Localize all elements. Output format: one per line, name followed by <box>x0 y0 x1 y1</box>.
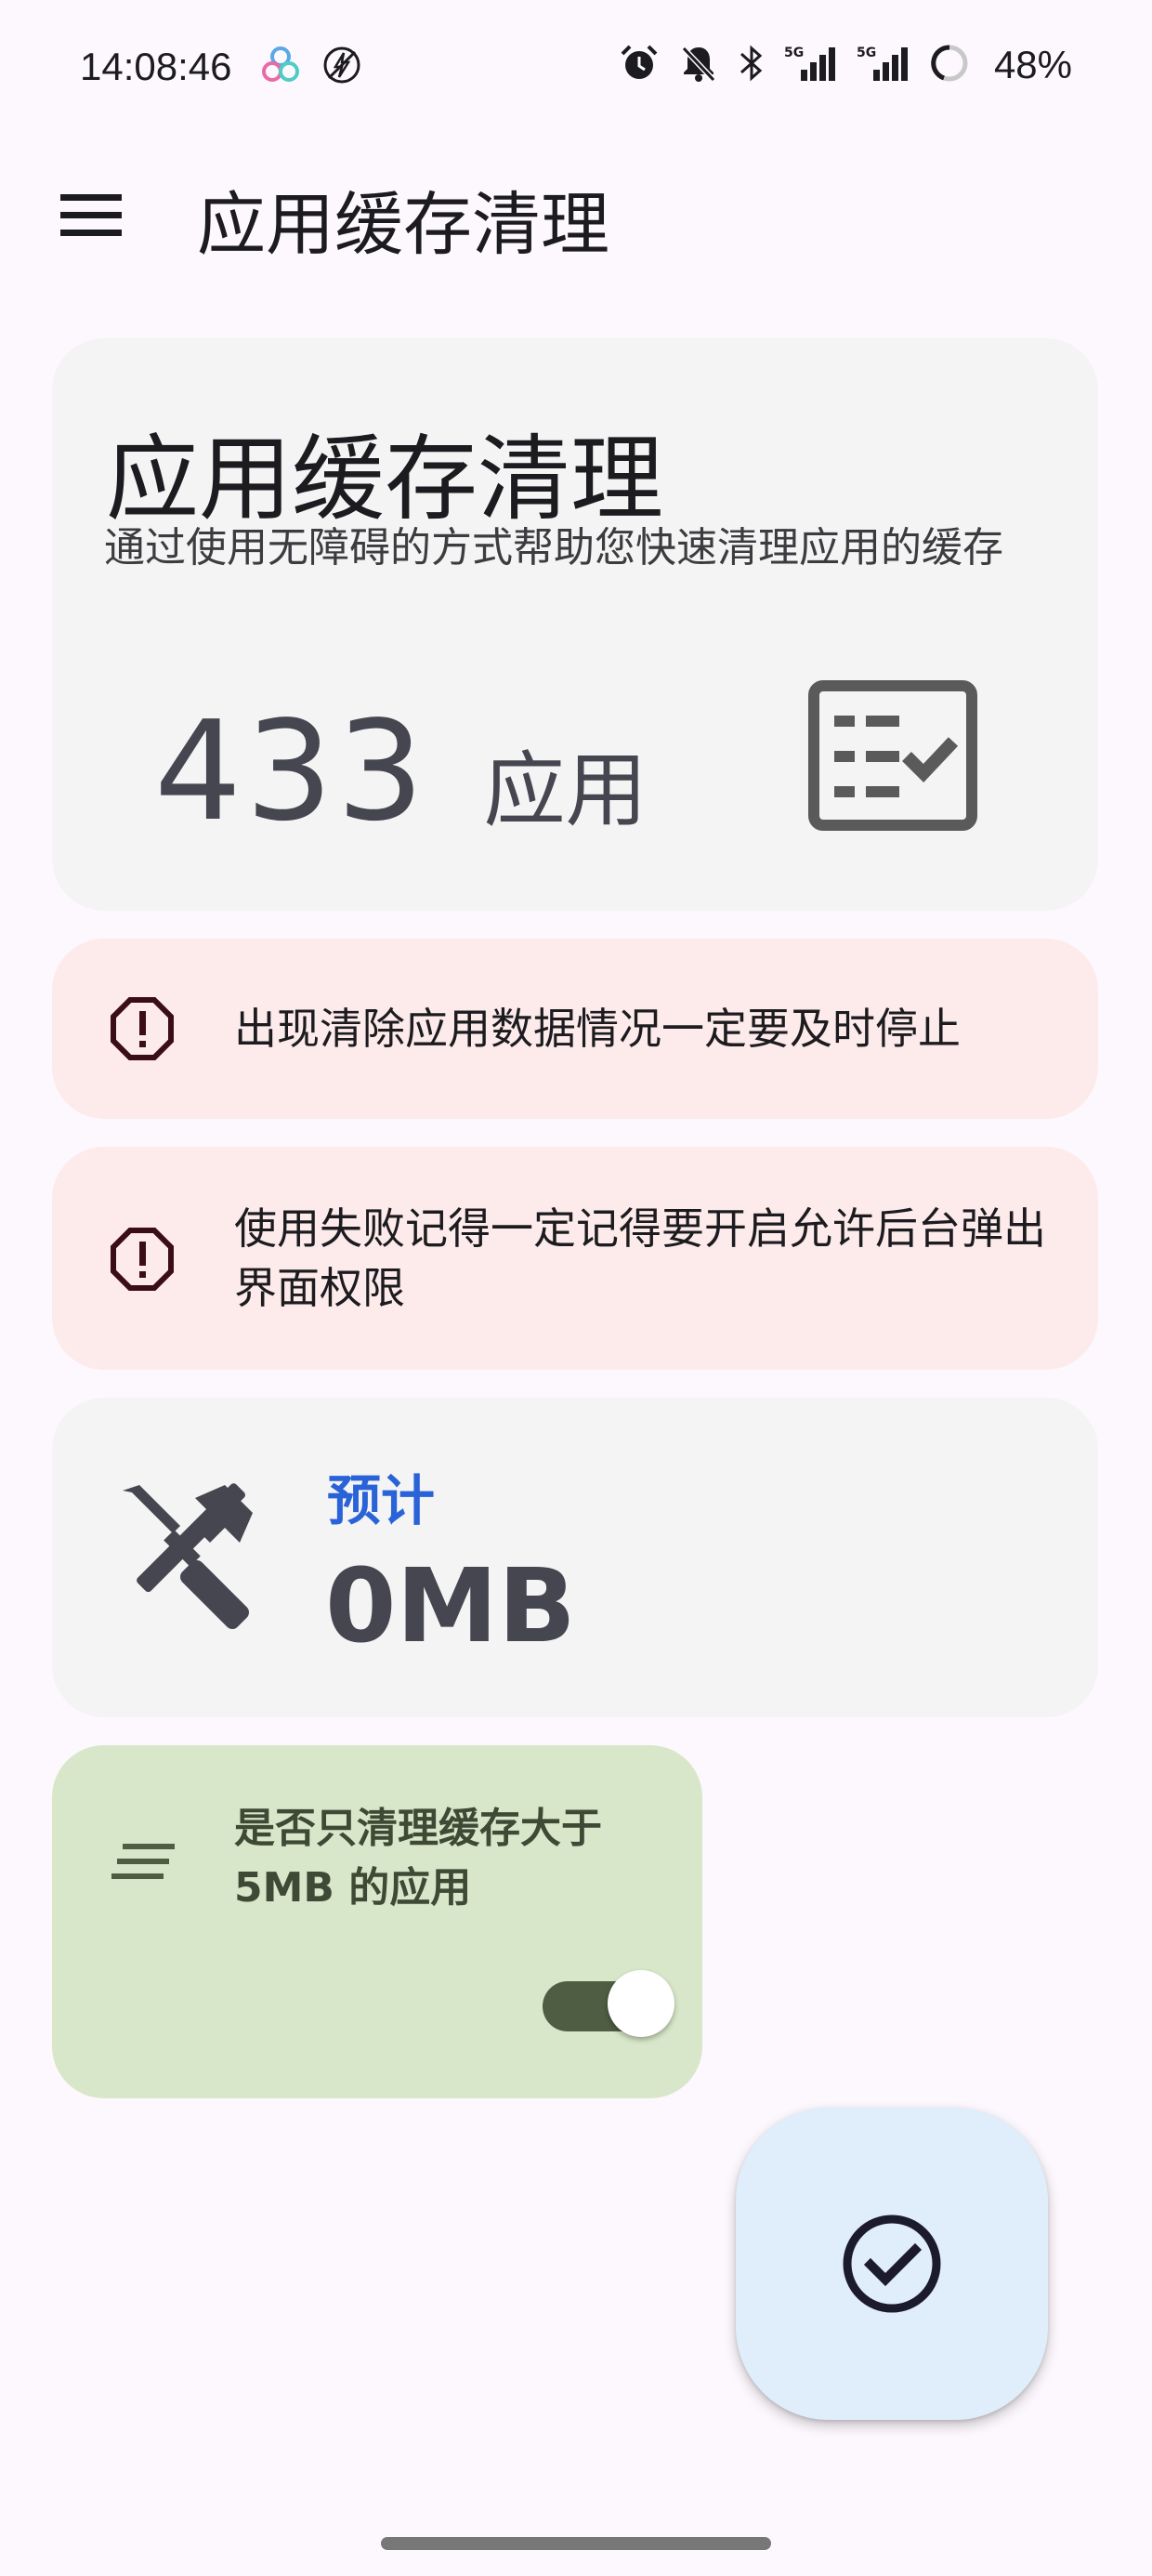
warning-octagon-icon <box>110 1227 175 1292</box>
alarm-icon <box>619 43 660 87</box>
battery-ring-icon <box>929 43 970 87</box>
no-charge-icon <box>321 45 362 89</box>
app-count-unit: 应用 <box>483 743 648 838</box>
toggle-thumb <box>608 1970 674 2037</box>
check-circle-icon <box>843 2215 941 2313</box>
filter-label: 是否只清理缓存大于5MB 的应用 <box>234 1805 602 1912</box>
short-text-icon <box>111 1838 178 1885</box>
multi-circle-icon <box>260 45 301 89</box>
warning-card: 出现清除应用数据情况一定要及时停止 <box>52 939 1098 1119</box>
summary-subtitle: 通过使用无障碍的方式帮助您快速清理应用的缓存 <box>104 524 1003 572</box>
menu-icon <box>60 194 122 236</box>
estimate-card: 预计 0MB <box>52 1398 1098 1717</box>
warning-text: 出现清除应用数据情况一定要及时停止 <box>234 1004 961 1054</box>
summary-card: 应用缓存清理 通过使用无障碍的方式帮助您快速清理应用的缓存 433 应用 <box>52 338 1098 911</box>
signal-label: 5G <box>784 46 804 60</box>
warning-card: 使用失败记得一定记得要开启允许后台弹出界面权限 <box>52 1147 1098 1370</box>
status-time: 14:08:46 <box>80 45 232 88</box>
menu-button[interactable] <box>52 177 130 255</box>
filter-card: 是否只清理缓存大于5MB 的应用 <box>52 1745 702 2098</box>
battery-percent: 48% <box>993 43 1072 86</box>
signal-5g-icon: 5G <box>784 44 838 87</box>
bluetooth-icon <box>738 43 766 87</box>
signal-5g-icon: 5G <box>857 44 910 87</box>
app-count-number: 433 <box>154 691 428 851</box>
estimate-label: 预计 <box>327 1469 436 1532</box>
tools-icon <box>113 1481 262 1637</box>
app-bar: 应用缓存清理 <box>0 139 1152 288</box>
warning-octagon-icon <box>110 996 175 1061</box>
bell-off-icon <box>678 43 719 87</box>
start-clean-button[interactable] <box>736 2108 1048 2420</box>
estimate-value: 0MB <box>325 1546 576 1665</box>
checklist-icon <box>808 680 977 831</box>
page-title: 应用缓存清理 <box>197 185 609 265</box>
home-indicator[interactable] <box>381 2537 771 2550</box>
signal-label: 5G <box>857 46 876 60</box>
status-bar: 14:08:46 5G 5G 48% <box>0 0 1152 139</box>
app-count: 433 应用 <box>154 691 648 851</box>
filter-toggle[interactable] <box>531 1959 691 2043</box>
warning-text: 使用失败记得一定记得要开启允许后台弹出界面权限 <box>234 1203 1046 1313</box>
